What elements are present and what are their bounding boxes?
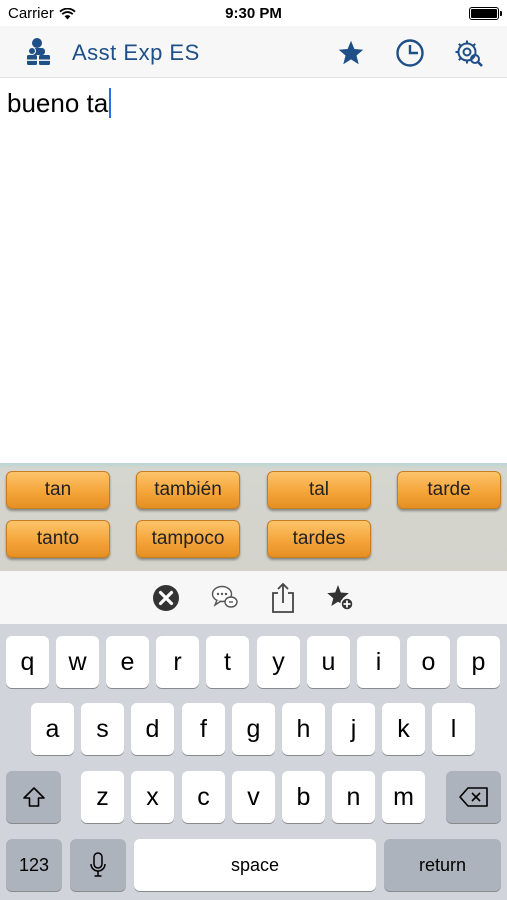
keyboard: q w e r t y u i o p a s d f g h j k l z …	[0, 625, 507, 900]
key-b[interactable]: b	[282, 771, 325, 823]
dictation-key[interactable]	[70, 839, 126, 891]
key-j[interactable]: j	[332, 703, 375, 755]
key-o[interactable]: o	[407, 636, 450, 688]
key-n[interactable]: n	[332, 771, 375, 823]
suggestion-button[interactable]: tardes	[267, 520, 371, 558]
key-p[interactable]: p	[457, 636, 500, 688]
key-i[interactable]: i	[357, 636, 400, 688]
gear-search-icon	[455, 40, 483, 67]
numbers-key[interactable]: 123	[6, 839, 62, 891]
suggestion-button[interactable]: tal	[267, 471, 371, 509]
key-z[interactable]: z	[81, 771, 124, 823]
app-title: Asst Exp ES	[72, 40, 200, 65]
key-a[interactable]: a	[31, 703, 74, 755]
key-k[interactable]: k	[382, 703, 425, 755]
key-q[interactable]: q	[6, 636, 49, 688]
share-icon	[272, 582, 294, 613]
key-d[interactable]: d	[131, 703, 174, 755]
key-h[interactable]: h	[282, 703, 325, 755]
add-favorite-button[interactable]	[324, 582, 356, 614]
suggestion-button[interactable]: también	[136, 471, 240, 509]
clock-icon	[396, 39, 424, 67]
speech-bubbles-icon	[211, 585, 238, 608]
favorites-button[interactable]	[334, 36, 368, 70]
key-y[interactable]: y	[257, 636, 300, 688]
status-bar: Carrier 9:30 PM	[0, 0, 507, 26]
backspace-icon	[458, 787, 488, 807]
key-m[interactable]: m	[382, 771, 425, 823]
key-w[interactable]: w	[56, 636, 99, 688]
space-key[interactable]: space	[134, 839, 376, 891]
suggestion-button[interactable]: tarde	[397, 471, 501, 509]
nav-bar: Asst Exp ES	[0, 26, 507, 78]
share-button[interactable]	[267, 582, 299, 614]
editor-text-line: bueno ta	[7, 88, 112, 119]
editor-text: bueno ta	[7, 88, 109, 118]
key-x[interactable]: x	[131, 771, 174, 823]
key-e[interactable]: e	[106, 636, 149, 688]
text-editor[interactable]: bueno ta	[0, 78, 507, 463]
history-button[interactable]	[393, 36, 427, 70]
key-g[interactable]: g	[232, 703, 275, 755]
settings-button[interactable]	[452, 36, 486, 70]
suggestion-button[interactable]: tanto	[6, 520, 110, 558]
key-s[interactable]: s	[81, 703, 124, 755]
battery-icon	[469, 7, 502, 20]
return-key[interactable]: return	[384, 839, 501, 891]
action-toolbar	[0, 571, 507, 625]
clear-button[interactable]	[150, 582, 182, 614]
microphone-icon	[90, 852, 106, 877]
star-icon	[338, 40, 364, 65]
suggestions-panel: tan también tal tarde tanto tampoco tard…	[0, 463, 507, 571]
shift-icon	[22, 787, 45, 807]
key-t[interactable]: t	[206, 636, 249, 688]
speak-button[interactable]	[209, 582, 241, 614]
status-time: 9:30 PM	[225, 5, 282, 22]
suggestion-button[interactable]: tan	[6, 471, 110, 509]
key-f[interactable]: f	[182, 703, 225, 755]
key-l[interactable]: l	[432, 703, 475, 755]
key-c[interactable]: c	[182, 771, 225, 823]
key-u[interactable]: u	[307, 636, 350, 688]
people-icon[interactable]	[24, 37, 54, 67]
delete-key[interactable]	[446, 771, 501, 823]
star-plus-icon	[327, 585, 354, 611]
suggestion-button[interactable]: tampoco	[136, 520, 240, 558]
key-v[interactable]: v	[232, 771, 275, 823]
clear-x-icon	[153, 585, 179, 611]
key-r[interactable]: r	[156, 636, 199, 688]
text-caret	[109, 88, 112, 118]
shift-key[interactable]	[6, 771, 61, 823]
